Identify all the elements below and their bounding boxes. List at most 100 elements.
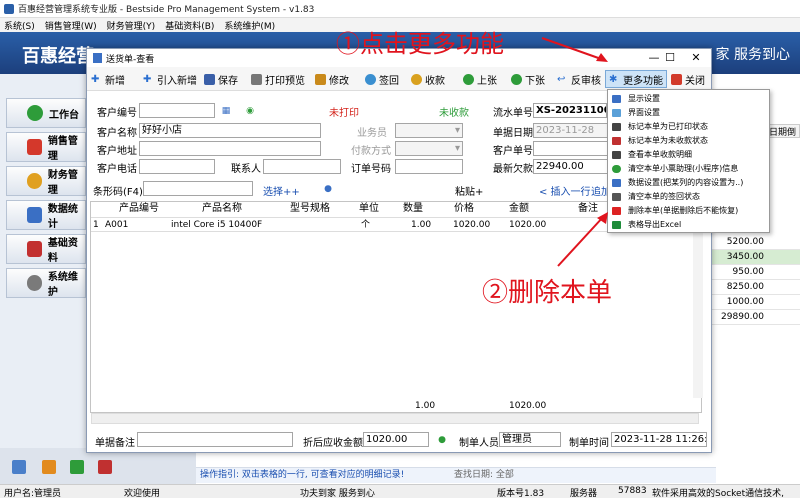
menu-system[interactable]: 系统(S) [4,19,35,32]
more-functions-button[interactable]: ✱ 更多功能 [605,70,667,88]
menu-basic-data[interactable]: 基础资料(B) [165,19,214,32]
sidebar-item-maintenance[interactable]: 系统维护 [6,268,86,298]
contact-field[interactable] [263,159,341,174]
time-field: 2023-11-28 11:26:54 [611,432,707,447]
save-button[interactable]: 保存 [204,70,238,88]
unapprove-button[interactable]: ↩ 反审核 [557,70,601,88]
sidebar-item-workbench[interactable]: 工作台 [6,98,86,128]
record-row[interactable]: 3450.00 [712,250,800,265]
menu-maintenance[interactable]: 系统维护(M) [224,19,275,32]
menu-item-clear-sign-back[interactable]: 清空本单的签回状态 [608,191,771,203]
date-field[interactable]: 2023-11-28 [533,123,609,138]
maximize-button[interactable]: ☐ [657,50,683,66]
select-link[interactable]: 选择++ [263,183,300,198]
arrow-down-icon [511,73,522,85]
new-button[interactable]: ✚ 新增 [91,70,125,88]
insert-row-link[interactable]: < 插入一行 [539,183,591,198]
payment-method-select[interactable]: ▾ [395,141,463,156]
menu-item-mark-unpaid[interactable]: 标记本单为未收款状态 [608,135,771,147]
cell-name: intel Core i5 10400F [171,220,263,230]
remark-field[interactable] [137,432,293,447]
column-header[interactable]: 产品编号 [109,202,169,216]
column-header[interactable]: 金额 [493,202,545,216]
save-icon [204,73,215,85]
sidebar-item-finance[interactable]: 财务管理 [6,166,86,196]
row-index: 1 [93,220,99,230]
paste-link[interactable]: 粘贴+ [455,183,483,198]
settings-icon [612,179,621,187]
import-new-button[interactable]: ✚ 引入新增 [143,70,197,88]
brand-slogan: 家 服务到心 [715,47,790,63]
annotation-arrow-more [541,37,608,62]
menu-sales[interactable]: 销售管理(W) [45,19,97,32]
grid-horizontal-scrollbar[interactable] [91,413,699,424]
order-no-label: 订单号码 [351,164,391,175]
salesman-label: 业务员 [357,128,387,139]
salesman-select[interactable]: ▾ [395,123,463,138]
record-row[interactable]: 950.00 [712,265,800,280]
record-row[interactable]: 1000.00 [712,295,800,310]
record-row[interactable]: 29890.00 [712,310,800,325]
shortcut-icon[interactable] [42,460,56,474]
barcode-label: 条形码(F4) [93,187,143,198]
column-header[interactable]: 单位 [353,202,385,216]
record-row[interactable]: 5200.00 [712,235,800,250]
menu-item-data-settings[interactable]: 数据设置(把某列的内容设置为..) [608,177,771,189]
shortcut-icon[interactable] [98,460,112,474]
customer-address-field[interactable] [139,141,321,156]
record-row[interactable]: 8250.00 [712,280,800,295]
chevron-down-icon: ▾ [454,125,460,136]
sign-back-icon [365,73,376,85]
menu-item-ui-settings[interactable]: 界面设置 [608,107,771,119]
close-button[interactable]: 关闭 [671,70,705,88]
serial-no-field[interactable]: XS-20231100 [533,103,607,118]
menu-item-display-settings[interactable]: 显示设置 [608,93,771,105]
order-no-field[interactable] [395,159,463,174]
operation-hint: 操作指引: 双击表格的一行, 可查看对应的明细记录! [200,470,405,480]
column-header[interactable]: 价格 [441,202,487,216]
globe-icon[interactable]: ● [323,184,333,194]
menu-item-export-excel[interactable]: 表格导出Excel [608,219,771,231]
column-header[interactable]: 型号规格 [269,202,351,216]
sidebar-item-sales[interactable]: 销售管理 [6,132,86,162]
refresh-icon[interactable]: ◉ [245,106,255,116]
house-icon [27,139,42,155]
close-window-button[interactable]: ✕ [683,50,709,66]
previous-button[interactable]: 上张 [463,70,497,88]
lookup-icon[interactable]: ▦ [221,106,231,116]
customer-phone-field[interactable] [139,159,215,174]
book-icon [27,241,42,257]
status-tech: 软件采用高效的Socket通信技术, [652,489,784,499]
menu-item-clear-receipt-assistant[interactable]: 清空本单小票助理(小程序)信息 [608,163,771,175]
undo-icon: ↩ [557,73,566,85]
mini-program-icon [612,165,621,173]
query-date: 查找日期: 全部 [454,470,514,480]
sign-back-button[interactable]: 签回 [365,70,399,88]
barcode-input[interactable] [143,181,253,196]
menu-item-payment-details[interactable]: 查看本单收款明细 [608,149,771,161]
shortcut-icon[interactable] [70,460,84,474]
customer-doc-field[interactable] [533,141,609,156]
time-label: 制单时间 [569,438,609,449]
cell-price: 1020.00 [453,220,491,230]
column-header[interactable]: 产品名称 [175,202,269,216]
menu-item-delete-document[interactable]: 删除本单(单据删除后不能恢复) [608,205,771,217]
sidebar-item-basic-data[interactable]: 基础资料 [6,234,86,264]
menu-finance[interactable]: 财务管理(Y) [107,19,156,32]
dialog-title: 送货单-查看 [106,54,155,65]
contact-label: 联系人 [231,164,261,175]
customer-no-field[interactable] [139,103,215,118]
customer-name-field[interactable]: 好好小店 [139,123,321,138]
discount-field[interactable]: 1020.00 [363,432,429,447]
edit-button[interactable]: 修改 [315,70,349,88]
sidebar-item-statistics[interactable]: 数据统计 [6,200,86,230]
print-preview-button[interactable]: 打印预览 [251,70,305,88]
menu-item-mark-printed[interactable]: 标记本单为已打印状态 [608,121,771,133]
gear-icon: ✱ [609,73,618,85]
operation-hint-bar: 操作指引: 双击表格的一行, 可查看对应的明细记录! 查找日期: 全部 [196,467,716,483]
collect-payment-button[interactable]: 收款 [411,70,445,88]
next-button[interactable]: 下张 [511,70,545,88]
column-header[interactable]: 数量 [389,202,437,216]
cell-unit: 个 [361,220,371,230]
shortcut-icon[interactable] [12,460,26,474]
